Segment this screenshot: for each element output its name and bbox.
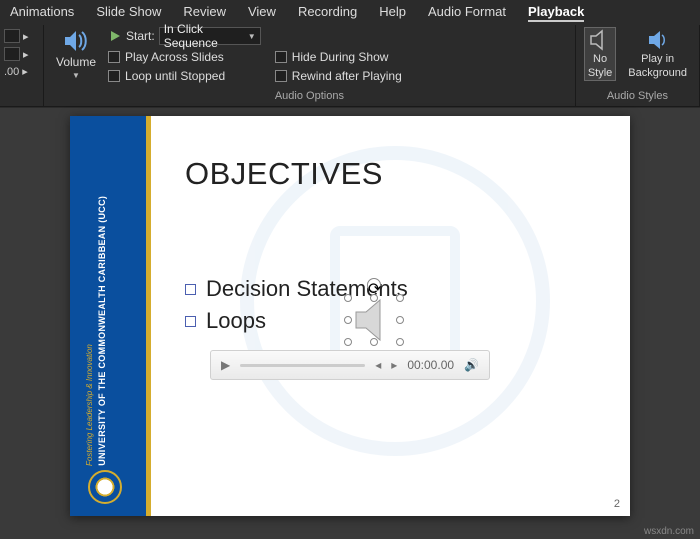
- start-label: Start:: [126, 29, 155, 43]
- play-button[interactable]: ▶: [221, 358, 230, 372]
- resize-handle[interactable]: [396, 316, 404, 324]
- resize-handle[interactable]: [396, 294, 404, 302]
- bullet-icon: [185, 316, 196, 327]
- speaker-icon: [348, 298, 400, 342]
- tab-playback[interactable]: Playback: [528, 4, 584, 19]
- checkbox[interactable]: [275, 70, 287, 82]
- audio-object[interactable]: ⟳: [348, 298, 400, 342]
- ribbon-tabs: Animations Slide Show Review View Record…: [0, 0, 700, 21]
- volume-button[interactable]: Volume ▼: [52, 27, 100, 82]
- checkbox[interactable]: [108, 51, 120, 63]
- tab-help[interactable]: Help: [379, 4, 406, 19]
- start-value: In Click Sequence: [164, 22, 248, 50]
- spinner-box[interactable]: [4, 29, 20, 43]
- tab-audio-format[interactable]: Audio Format: [428, 4, 506, 19]
- rotate-handle[interactable]: ⟳: [367, 278, 381, 292]
- resize-handle[interactable]: [370, 338, 378, 346]
- start-dropdown[interactable]: In Click Sequence ▼: [159, 27, 261, 45]
- image-watermark: wsxdn.com: [644, 526, 694, 537]
- checkbox[interactable]: [275, 51, 287, 63]
- tab-view[interactable]: View: [248, 4, 276, 19]
- start-icon: [108, 29, 122, 43]
- no-style-button[interactable]: No Style: [584, 27, 616, 81]
- volume-small-button[interactable]: 🔊: [464, 358, 479, 372]
- org-logo: [88, 470, 122, 504]
- checkbox[interactable]: [108, 70, 120, 82]
- bullet-2: Loops: [206, 308, 266, 334]
- ribbon: ▸ ▸ .00▸ Volume ▼ Start: In Click Sequen…: [0, 21, 700, 107]
- check-loop-until-stopped[interactable]: Loop until Stopped: [108, 69, 261, 83]
- cropped-value: .00: [4, 66, 19, 78]
- group-label-audio-styles: Audio Styles: [584, 88, 691, 104]
- check-rewind-after-playing[interactable]: Rewind after Playing: [275, 69, 402, 83]
- next-frame-button[interactable]: ▸: [391, 358, 397, 372]
- resize-handle[interactable]: [396, 338, 404, 346]
- chevron-down-icon: ▼: [72, 71, 80, 80]
- org-tagline: Fostering Leadership & Innovation: [85, 344, 94, 466]
- resize-handle[interactable]: [344, 294, 352, 302]
- tab-recording[interactable]: Recording: [298, 4, 357, 19]
- slide-sidebar-band: [70, 116, 146, 516]
- group-label-audio-options: Audio Options: [52, 88, 567, 104]
- chevron-down-icon: ▼: [248, 32, 256, 41]
- seek-track[interactable]: [240, 364, 365, 367]
- prev-frame-button[interactable]: ◂: [375, 358, 381, 372]
- slide-number: 2: [614, 498, 620, 510]
- no-style-icon: [589, 29, 611, 51]
- play-background-icon: [647, 29, 669, 51]
- resize-handle[interactable]: [370, 294, 378, 302]
- ribbon-group-cropped: ▸ ▸ .00▸: [0, 25, 44, 106]
- bullet-icon: [185, 284, 196, 295]
- audio-player-bar: ▶ ◂ ▸ 00:00.00 🔊: [210, 350, 490, 380]
- tab-review[interactable]: Review: [183, 4, 226, 19]
- time-display: 00:00.00: [407, 358, 454, 372]
- slide-workspace: OBJECTIVES Decision Statements Loops ⟳ ▶…: [0, 108, 700, 539]
- org-name: UNIVERSITY OF THE COMMONWEALTH CARIBBEAN…: [97, 196, 108, 466]
- slide-canvas[interactable]: OBJECTIVES Decision Statements Loops ⟳ ▶…: [70, 116, 630, 516]
- resize-handle[interactable]: [344, 338, 352, 346]
- play-in-background-button[interactable]: Play in Background: [624, 27, 691, 81]
- check-play-across-slides[interactable]: Play Across Slides: [108, 50, 261, 64]
- spinner-box[interactable]: [4, 47, 20, 61]
- check-hide-during-show[interactable]: Hide During Show: [275, 50, 402, 64]
- volume-icon: [63, 29, 89, 53]
- slide-gold-divider: [146, 116, 151, 516]
- tab-slide-show[interactable]: Slide Show: [96, 4, 161, 19]
- resize-handle[interactable]: [344, 316, 352, 324]
- volume-label: Volume: [56, 55, 96, 69]
- tab-animations[interactable]: Animations: [10, 4, 74, 19]
- slide-title: OBJECTIVES: [185, 156, 383, 192]
